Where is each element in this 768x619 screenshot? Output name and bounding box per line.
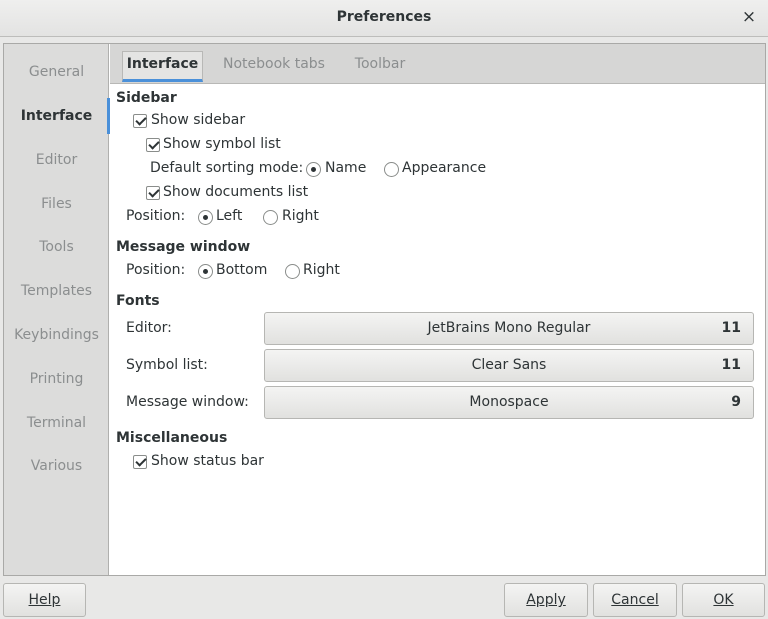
sidebar-item-interface[interactable]: Interface bbox=[4, 98, 110, 134]
message-position-label: Position: bbox=[126, 262, 186, 278]
sidebar-item-various[interactable]: Various bbox=[4, 448, 109, 484]
editor-font-label: Editor: bbox=[126, 320, 172, 336]
sidebar-item-keybindings[interactable]: Keybindings bbox=[4, 317, 109, 353]
sidebar-item-general[interactable]: General bbox=[4, 54, 109, 90]
close-icon[interactable]: × bbox=[740, 7, 758, 27]
show-documents-list-checkbox[interactable] bbox=[146, 186, 160, 200]
help-button-label: Help bbox=[28, 592, 61, 608]
show-symbol-list-checkbox[interactable] bbox=[146, 138, 160, 152]
editor-font-button[interactable]: JetBrains Mono Regular 11 bbox=[264, 312, 754, 345]
message-window-font-button[interactable]: Monospace 9 bbox=[264, 386, 754, 419]
notebook-tabbar: Interface Notebook tabs Toolbar bbox=[110, 44, 765, 84]
sort-appearance-label[interactable]: Appearance bbox=[402, 160, 486, 176]
message-window-font-name: Monospace bbox=[469, 394, 549, 410]
tab-notebook-tabs-label: Notebook tabs bbox=[223, 56, 325, 72]
show-status-bar-checkbox[interactable] bbox=[133, 455, 147, 469]
show-symbol-list-label[interactable]: Show symbol list bbox=[163, 136, 281, 152]
sidebar-position-right-label[interactable]: Right bbox=[282, 208, 319, 224]
title-bar: Preferences × bbox=[0, 0, 768, 37]
symbol-list-font-name: Clear Sans bbox=[471, 357, 547, 373]
message-window-section-title: Message window bbox=[116, 239, 251, 255]
apply-button[interactable]: Apply bbox=[504, 583, 588, 617]
sidebar-item-printing[interactable]: Printing bbox=[4, 361, 109, 397]
message-position-right-label[interactable]: Right bbox=[303, 262, 340, 278]
sorting-mode-label: Default sorting mode: bbox=[150, 160, 304, 176]
fonts-section-title: Fonts bbox=[116, 293, 160, 309]
sidebar-position-left-radio[interactable] bbox=[198, 210, 213, 225]
message-window-font-size: 9 bbox=[731, 394, 741, 410]
show-documents-list-label[interactable]: Show documents list bbox=[163, 184, 308, 200]
editor-font-size: 11 bbox=[721, 320, 741, 336]
show-sidebar-checkbox[interactable] bbox=[133, 114, 147, 128]
symbol-list-font-size: 11 bbox=[721, 357, 741, 373]
sort-name-label[interactable]: Name bbox=[325, 160, 366, 176]
sidebar-position-left-label[interactable]: Left bbox=[216, 208, 242, 224]
sidebar-position-right-radio[interactable] bbox=[263, 210, 278, 225]
tab-notebook-tabs[interactable]: Notebook tabs bbox=[218, 44, 330, 84]
show-status-bar-label[interactable]: Show status bar bbox=[151, 453, 264, 469]
sort-name-radio[interactable] bbox=[306, 162, 321, 177]
tab-interface[interactable]: Interface bbox=[122, 44, 203, 84]
message-position-bottom-radio[interactable] bbox=[198, 264, 213, 279]
message-position-bottom-label[interactable]: Bottom bbox=[216, 262, 267, 278]
sidebar-item-files[interactable]: Files bbox=[4, 186, 109, 222]
ok-button[interactable]: OK bbox=[682, 583, 765, 617]
tab-interface-label: Interface bbox=[126, 56, 199, 72]
cancel-button-label: Cancel bbox=[611, 592, 659, 608]
window-title: Preferences bbox=[336, 9, 432, 25]
message-window-font-label: Message window: bbox=[126, 394, 249, 410]
category-sidebar: General Interface Editor Files Tools Tem… bbox=[4, 44, 110, 575]
sidebar-item-tools[interactable]: Tools bbox=[4, 229, 109, 265]
message-position-right-radio[interactable] bbox=[285, 264, 300, 279]
interface-page: Sidebar Show sidebar Show symbol list De… bbox=[110, 85, 765, 575]
sort-appearance-radio[interactable] bbox=[384, 162, 399, 177]
tab-toolbar-label: Toolbar bbox=[354, 56, 406, 72]
misc-section-title: Miscellaneous bbox=[116, 430, 228, 446]
show-sidebar-label[interactable]: Show sidebar bbox=[151, 112, 245, 128]
preferences-frame: General Interface Editor Files Tools Tem… bbox=[3, 43, 766, 576]
sidebar-item-terminal[interactable]: Terminal bbox=[4, 405, 109, 441]
editor-font-name: JetBrains Mono Regular bbox=[427, 320, 591, 336]
sidebar-item-templates[interactable]: Templates bbox=[4, 273, 109, 309]
tab-toolbar[interactable]: Toolbar bbox=[348, 44, 412, 84]
help-button[interactable]: Help bbox=[3, 583, 86, 617]
apply-button-label: Apply bbox=[526, 592, 566, 608]
sidebar-item-editor[interactable]: Editor bbox=[4, 142, 109, 178]
sidebar-section-title: Sidebar bbox=[116, 90, 177, 106]
cancel-button[interactable]: Cancel bbox=[593, 583, 677, 617]
symbol-list-font-label: Symbol list: bbox=[126, 357, 208, 373]
sidebar-position-label: Position: bbox=[126, 208, 186, 224]
ok-button-label: OK bbox=[713, 592, 734, 608]
symbol-list-font-button[interactable]: Clear Sans 11 bbox=[264, 349, 754, 382]
